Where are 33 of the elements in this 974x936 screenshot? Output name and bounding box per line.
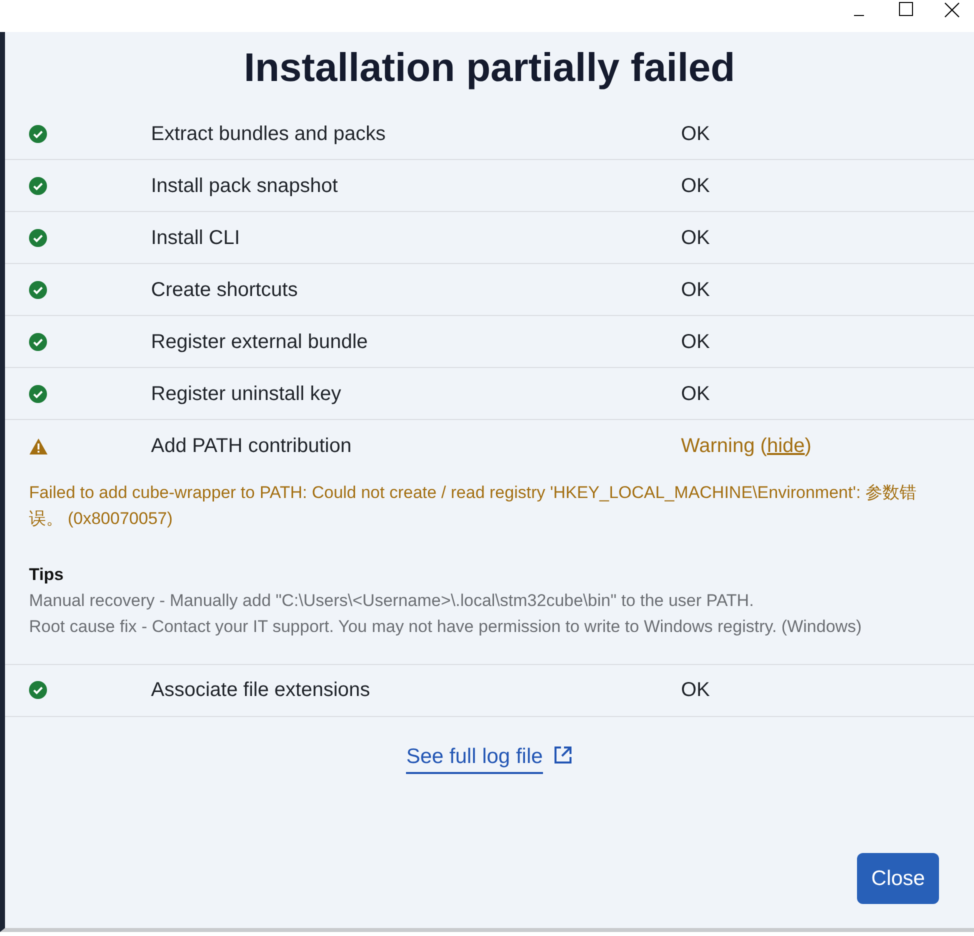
tips-heading: Tips: [29, 564, 65, 586]
step-label: Register uninstall key: [151, 382, 342, 406]
status-text: OK: [681, 226, 710, 250]
status-text: OK: [681, 122, 710, 146]
close-button[interactable]: Close: [857, 852, 939, 904]
step-label: Register external bundle: [151, 330, 369, 354]
check-circle-icon: [29, 681, 47, 699]
error-message: Failed to add cube-wrapper to PATH: Could not create / read registry 'HKEY_LOCAL_MACHINE\Environment': 参数错误。 (0x80070057): [29, 482, 918, 530]
dialog-title: Installation partially failed: [242, 45, 736, 92]
check-circle-icon: [29, 124, 47, 142]
status-text: OK: [681, 278, 710, 302]
status-text: OK: [681, 330, 710, 354]
external-link-icon: [552, 744, 573, 764]
step-label: Extract bundles and packs: [151, 122, 387, 146]
check-circle-icon: [29, 332, 47, 350]
step-label: Install pack snapshot: [151, 174, 339, 198]
tip-text: Root cause fix - Contact your IT support. You may not have permission to write to Windows registry. (Windows): [29, 616, 863, 638]
status-text: Warning (hide): [681, 434, 812, 459]
log-file-link[interactable]: See full log file: [406, 740, 543, 774]
warning-icon: [29, 438, 48, 454]
check-circle-icon: [29, 280, 47, 298]
check-circle-icon: [29, 384, 47, 402]
tip-text: Manual recovery - Manually add "C:\Users\<Username>\.local\stm32cube\bin" to the user PATH.: [29, 590, 755, 612]
status-text: OK: [681, 678, 710, 703]
status-text: OK: [681, 382, 710, 406]
status-text: OK: [681, 174, 710, 198]
step-label: Associate file extensions: [151, 678, 372, 703]
check-circle-icon: [29, 228, 47, 246]
check-circle-icon: [29, 176, 47, 194]
hide-details-link[interactable]: hide: [766, 435, 805, 457]
step-label: Create shortcuts: [151, 278, 299, 302]
step-label: Add PATH contribution: [151, 434, 352, 459]
step-label: Install CLI: [151, 226, 241, 250]
